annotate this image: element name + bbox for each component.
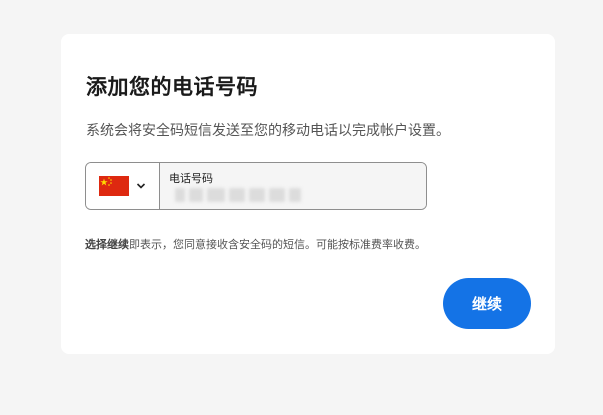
masked-phone-value bbox=[175, 188, 301, 202]
phone-number-input[interactable]: 电话号码 bbox=[160, 163, 426, 209]
phone-input-group: 电话号码 bbox=[85, 162, 427, 210]
continue-button[interactable]: 继续 bbox=[443, 278, 531, 329]
phone-number-label: 电话号码 bbox=[169, 172, 213, 185]
disclaimer-bold: 选择继续 bbox=[85, 238, 129, 251]
page-subtitle: 系统会将安全码短信发送至您的移动电话以完成帐户设置。 bbox=[86, 123, 450, 139]
page-title: 添加您的电话号码 bbox=[86, 75, 258, 99]
disclaimer-text: 即表示，您同意接收含安全码的短信。可能按标准费率收费。 bbox=[129, 238, 426, 251]
china-flag-icon bbox=[99, 176, 129, 196]
sms-disclaimer: 选择继续即表示，您同意接收含安全码的短信。可能按标准费率收费。 bbox=[85, 236, 426, 252]
country-code-select[interactable] bbox=[86, 163, 160, 209]
chevron-down-icon bbox=[136, 183, 146, 189]
phone-setup-card: 添加您的电话号码 系统会将安全码短信发送至您的移动电话以完成帐户设置。 电话号码 bbox=[61, 34, 555, 354]
